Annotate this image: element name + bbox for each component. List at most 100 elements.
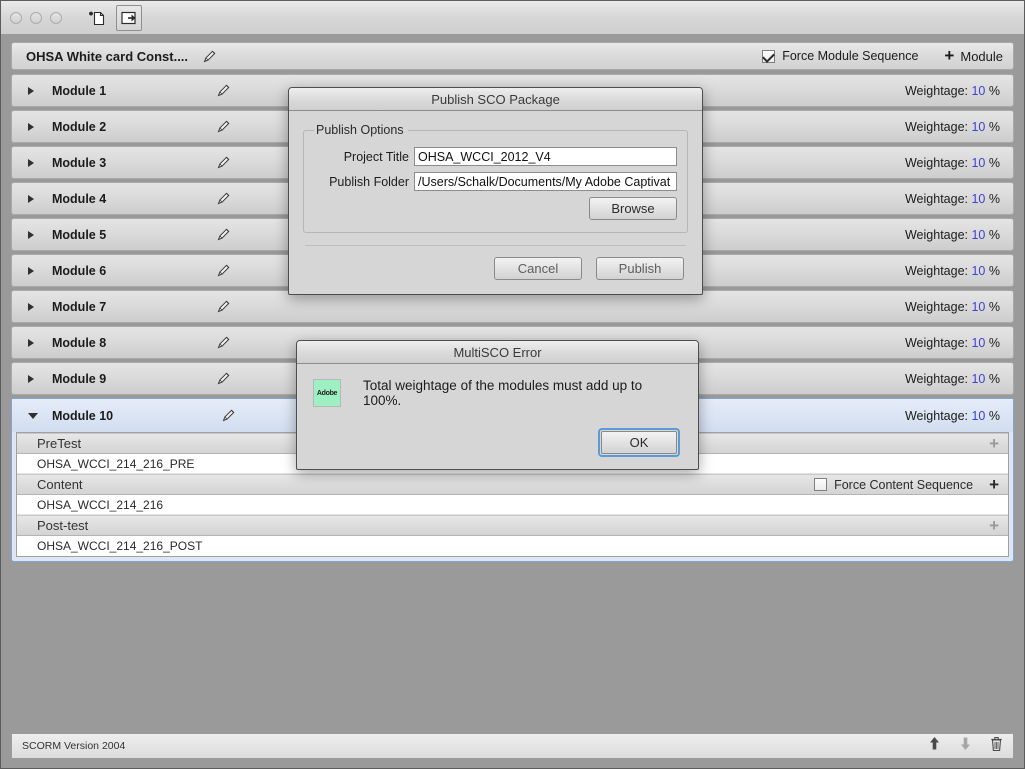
disclosure-triangle-icon[interactable] xyxy=(28,374,34,383)
dialog-actions: OK xyxy=(313,428,682,457)
export-icon[interactable] xyxy=(116,4,142,31)
list-item[interactable]: OHSA_WCCI_214_216 xyxy=(17,495,1008,515)
minimize-button[interactable] xyxy=(30,11,42,24)
add-module-button[interactable]: + Module xyxy=(944,47,1003,64)
weightage[interactable]: Weightage: 10 % xyxy=(905,120,1000,134)
weightage-value: 10 xyxy=(971,371,986,386)
checkbox-box[interactable] xyxy=(762,49,776,63)
weightage[interactable]: Weightage: 10 % xyxy=(905,336,1000,350)
pencil-icon[interactable] xyxy=(202,49,217,64)
add-item-icon[interactable]: + xyxy=(989,435,999,452)
module-name: Module 9 xyxy=(52,371,107,386)
ok-button-focus-ring: OK xyxy=(598,428,680,457)
dialog-title: Publish SCO Package xyxy=(431,91,560,107)
module-name: Module 2 xyxy=(52,119,107,134)
item-label: OHSA_WCCI_214_216_POST xyxy=(37,539,203,553)
window-controls xyxy=(10,11,62,24)
weightage-value: 10 xyxy=(971,408,986,423)
weightage[interactable]: Weightage: 10 % xyxy=(905,300,1000,314)
section-header-posttest[interactable]: Post-test + xyxy=(17,515,1008,536)
module-name: Module 1 xyxy=(52,83,107,98)
weightage[interactable]: Weightage: 10 % xyxy=(905,192,1000,206)
module-name: Module 3 xyxy=(52,155,107,170)
section-tools: + xyxy=(989,434,1008,453)
pencil-icon[interactable] xyxy=(216,155,231,170)
pencil-icon[interactable] xyxy=(216,227,231,242)
weightage-unit: % xyxy=(988,83,1000,98)
project-header-bar[interactable]: OHSA White card Const.... Force Module S… xyxy=(11,42,1014,70)
list-item[interactable]: OHSA_WCCI_214_216_POST xyxy=(17,536,1008,556)
section-title: Post-test xyxy=(37,518,89,533)
pencil-icon[interactable] xyxy=(216,119,231,134)
publish-folder-input[interactable] xyxy=(414,172,677,191)
force-module-sequence-checkbox[interactable]: Force Module Sequence xyxy=(762,49,918,63)
weightage-label: Weightage: xyxy=(904,299,968,314)
section-title: PreTest xyxy=(37,436,82,451)
new-document-icon[interactable] xyxy=(84,5,110,31)
publish-sco-package-dialog: Publish SCO Package Publish Options Proj… xyxy=(288,87,703,295)
zoom-button[interactable] xyxy=(50,11,62,24)
weightage-unit: % xyxy=(988,371,1000,386)
publish-folder-row: Publish Folder xyxy=(314,172,677,191)
pencil-icon[interactable] xyxy=(216,335,231,350)
force-content-sequence-checkbox[interactable]: Force Content Sequence xyxy=(814,478,973,492)
disclosure-triangle-icon[interactable] xyxy=(28,412,38,419)
pencil-icon[interactable] xyxy=(216,191,231,206)
add-item-icon[interactable]: + xyxy=(989,517,999,534)
weightage[interactable]: Weightage: 10 % xyxy=(905,409,1000,423)
browse-row: Browse xyxy=(314,197,677,220)
publish-button[interactable]: Publish xyxy=(596,257,684,280)
disclosure-triangle-icon[interactable] xyxy=(28,122,34,131)
weightage-value: 10 xyxy=(971,263,986,278)
disclosure-triangle-icon[interactable] xyxy=(28,230,34,239)
pencil-icon[interactable] xyxy=(216,299,231,314)
weightage[interactable]: Weightage: 10 % xyxy=(905,156,1000,170)
arrow-down-icon[interactable] xyxy=(959,736,972,756)
publish-options-group: Publish Options Project Title Publish Fo… xyxy=(303,123,688,233)
disclosure-triangle-icon[interactable] xyxy=(28,86,34,95)
pencil-icon[interactable] xyxy=(216,371,231,386)
browse-button[interactable]: Browse xyxy=(589,197,677,220)
checkbox-box[interactable] xyxy=(814,478,828,491)
arrow-up-icon[interactable] xyxy=(928,736,941,756)
project-title-label: Project Title xyxy=(343,149,409,164)
ok-button[interactable]: OK xyxy=(601,431,677,454)
force-content-sequence-label: Force Content Sequence xyxy=(834,477,974,492)
weightage-label: Weightage: xyxy=(904,119,968,134)
weightage-value: 10 xyxy=(971,191,986,206)
trash-icon[interactable] xyxy=(990,736,1003,757)
section-tools: Force Content Sequence + xyxy=(814,475,1008,494)
weightage-label: Weightage: xyxy=(904,408,968,423)
section-header-content[interactable]: Content Force Content Sequence + xyxy=(17,474,1008,495)
weightage-label: Weightage: xyxy=(904,227,968,242)
module-name: Module 5 xyxy=(52,227,107,242)
weightage-unit: % xyxy=(988,335,1000,350)
window-titlebar xyxy=(1,1,1024,35)
module-name: Module 4 xyxy=(52,191,107,206)
weightage[interactable]: Weightage: 10 % xyxy=(905,228,1000,242)
weightage[interactable]: Weightage: 10 % xyxy=(905,264,1000,278)
weightage-unit: % xyxy=(988,263,1000,278)
weightage-label: Weightage: xyxy=(904,83,968,98)
disclosure-triangle-icon[interactable] xyxy=(28,266,34,275)
error-message: Total weightage of the modules must add … xyxy=(363,378,643,408)
disclosure-triangle-icon[interactable] xyxy=(28,302,34,311)
weightage[interactable]: Weightage: 10 % xyxy=(905,84,1000,98)
pencil-icon[interactable] xyxy=(216,83,231,98)
disclosure-triangle-icon[interactable] xyxy=(28,194,34,203)
weightage-unit: % xyxy=(988,119,1000,134)
close-button[interactable] xyxy=(10,11,22,24)
cancel-button[interactable]: Cancel xyxy=(494,257,582,280)
weightage[interactable]: Weightage: 10 % xyxy=(905,372,1000,386)
dialog-titlebar: MultiSCO Error xyxy=(297,341,698,364)
pencil-icon[interactable] xyxy=(221,408,236,423)
error-message-row: Adobe Total weightage of the modules mus… xyxy=(313,378,682,408)
pencil-icon[interactable] xyxy=(216,263,231,278)
add-item-icon[interactable]: + xyxy=(989,476,999,493)
disclosure-triangle-icon[interactable] xyxy=(28,158,34,167)
weightage-value: 10 xyxy=(971,335,986,350)
weightage-value: 10 xyxy=(971,227,986,242)
project-title-input[interactable] xyxy=(414,147,677,166)
status-bar: SCORM Version 2004 xyxy=(11,733,1014,759)
disclosure-triangle-icon[interactable] xyxy=(28,338,34,347)
